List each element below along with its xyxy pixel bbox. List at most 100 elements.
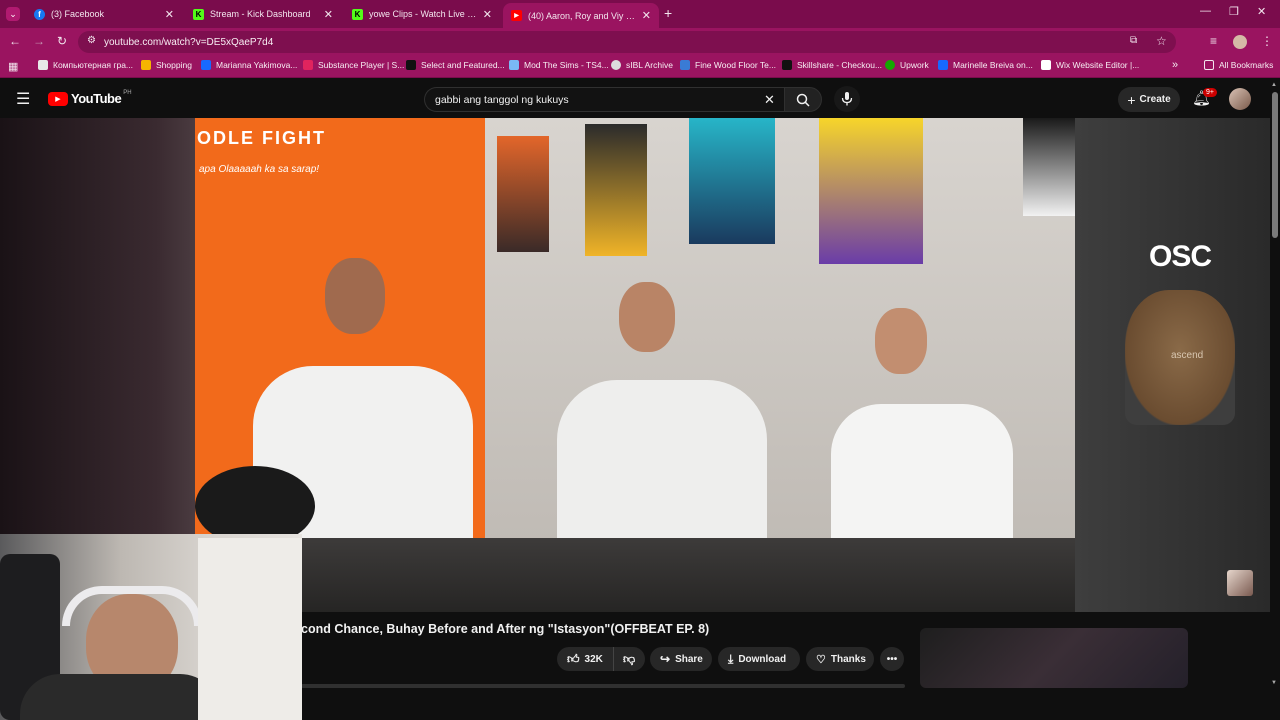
microphone-icon bbox=[841, 92, 853, 106]
profile-avatar[interactable] bbox=[1233, 35, 1247, 49]
share-button[interactable]: ↪ Share bbox=[650, 647, 712, 671]
page-scrollbar[interactable]: ▲ ▼ bbox=[1270, 80, 1280, 690]
logo-text: YouTube bbox=[71, 91, 122, 106]
forward-icon[interactable]: → bbox=[33, 34, 45, 48]
door bbox=[198, 538, 302, 720]
bookmark-label: Компьютерная гра... bbox=[53, 60, 134, 70]
tab-youtube-active[interactable]: ▶ (40) Aaron, Roy and Viy : Kwent ✕ bbox=[503, 3, 659, 28]
all-bookmarks-button[interactable]: All Bookmarks bbox=[1204, 60, 1273, 70]
account-avatar[interactable] bbox=[1229, 88, 1251, 110]
bookmark-item[interactable]: Marinelle Breiva on... bbox=[938, 60, 1033, 70]
bookmark-item[interactable]: Skillshare - Checkou... bbox=[782, 60, 882, 70]
back-icon[interactable]: ← bbox=[9, 34, 21, 48]
tab-search-icon[interactable]: ⌄ bbox=[6, 7, 20, 21]
apps-grid-icon[interactable]: ▦ bbox=[8, 60, 18, 73]
browser-toolbar: ← → ↻ ⚙ youtube.com/watch?v=DE5xQaeP7d4 … bbox=[0, 28, 1280, 56]
youtube-logo[interactable]: ▶ YouTube PH bbox=[48, 90, 132, 106]
bookmark-favicon bbox=[680, 60, 690, 70]
folder-icon bbox=[1204, 60, 1214, 70]
kick-icon: K bbox=[352, 8, 363, 20]
streamer-webcam-overlay bbox=[0, 534, 302, 720]
close-window-icon[interactable]: ✕ bbox=[1257, 5, 1266, 18]
ambient-right-panel: OSC ascend bbox=[1075, 118, 1270, 612]
close-icon[interactable]: ✕ bbox=[642, 9, 651, 22]
scrollbar-thumb[interactable] bbox=[1272, 92, 1278, 238]
tab-kick-clips[interactable]: K yowe Clips - Watch Live on Kick ✕ bbox=[344, 3, 500, 25]
bookmark-item[interactable]: Marianna Yakimova... bbox=[201, 60, 297, 70]
bookmark-item[interactable]: Wix Website Editor |... bbox=[1041, 60, 1139, 70]
table bbox=[195, 538, 1075, 612]
install-app-icon[interactable]: ⧉ bbox=[1130, 35, 1137, 46]
bookmark-item[interactable]: Substance Player | S... bbox=[303, 60, 404, 70]
bookmark-favicon bbox=[509, 60, 519, 70]
dislike-button[interactable]: 👎︎ bbox=[613, 647, 645, 671]
bookmark-label: Select and Featured... bbox=[421, 60, 505, 70]
bookmark-label: Substance Player | S... bbox=[318, 60, 405, 70]
menu-kebab-icon[interactable]: ⋮ bbox=[1261, 34, 1273, 48]
maximize-icon[interactable]: ❐ bbox=[1229, 5, 1239, 18]
facebook-icon: f bbox=[34, 8, 45, 20]
scroll-up-arrow-icon[interactable]: ▲ bbox=[1271, 82, 1277, 88]
voice-search-button[interactable] bbox=[834, 86, 860, 112]
thanks-button[interactable]: ♡ Thanks bbox=[806, 647, 874, 671]
site-info-icon[interactable]: ⚙ bbox=[87, 35, 96, 46]
thumbs-up-icon: 👍︎ bbox=[567, 651, 580, 666]
download-label: Download bbox=[738, 653, 787, 665]
bookmark-favicon bbox=[406, 60, 416, 70]
bookmark-item[interactable]: Select and Featured... bbox=[406, 60, 505, 70]
person-3-head bbox=[875, 308, 927, 374]
download-button[interactable]: ⤓ Download bbox=[718, 647, 800, 671]
bookmark-item[interactable]: Upwork bbox=[885, 60, 929, 70]
more-bookmarks-icon[interactable]: » bbox=[1172, 59, 1178, 71]
bookmark-label: Wix Website Editor |... bbox=[1056, 60, 1140, 70]
ad-text: ascend bbox=[1171, 350, 1204, 361]
poster-1 bbox=[497, 136, 549, 252]
kick-icon: K bbox=[193, 8, 204, 20]
recommended-video-thumbnail[interactable] bbox=[920, 628, 1188, 688]
close-icon[interactable]: ✕ bbox=[324, 8, 333, 21]
bookmark-label: Shopping bbox=[156, 60, 192, 70]
hamburger-menu-icon[interactable]: ☰ bbox=[16, 89, 30, 109]
bookmark-item[interactable]: Mod The Sims - TS4... bbox=[509, 60, 609, 70]
like-button[interactable]: 👍︎ 32K bbox=[557, 647, 613, 671]
bookmark-label: Marinelle Breiva on... bbox=[953, 60, 1033, 70]
bookmark-item[interactable]: Компьютерная гра... bbox=[38, 60, 133, 70]
new-tab-button[interactable]: + bbox=[664, 5, 672, 21]
channel-watermark[interactable] bbox=[1227, 570, 1253, 596]
browser-tab-strip: ⌄ f (3) Facebook ✕ K Stream - Kick Dashb… bbox=[0, 0, 1280, 28]
video-title: cond Chance, Buhay Before and After ng "… bbox=[301, 622, 710, 636]
create-button[interactable]: + Create bbox=[1118, 87, 1180, 112]
tab-title: Stream - Kick Dashboard bbox=[210, 9, 311, 19]
search-button[interactable] bbox=[784, 87, 822, 112]
bookmark-label: All Bookmarks bbox=[1219, 60, 1274, 70]
plus-icon: + bbox=[1127, 91, 1136, 108]
poster-5 bbox=[1023, 118, 1075, 216]
close-icon[interactable]: ✕ bbox=[165, 8, 174, 21]
scroll-down-arrow-icon[interactable]: ▼ bbox=[1271, 680, 1277, 686]
tab-facebook[interactable]: f (3) Facebook ✕ bbox=[26, 3, 182, 25]
reading-list-icon[interactable]: ≡ bbox=[1210, 34, 1217, 48]
person-3-shirt bbox=[831, 404, 1013, 556]
video-player[interactable]: ODLE FIGHT apa Olaaaaah ka sa sarap! bbox=[195, 118, 1075, 612]
bookmark-item[interactable]: Shopping bbox=[141, 60, 192, 70]
bookmark-item[interactable]: sIBL Archive bbox=[611, 60, 673, 70]
clear-search-icon[interactable]: ✕ bbox=[764, 92, 775, 108]
bookmark-item[interactable]: Fine Wood Floor Te... bbox=[680, 60, 776, 70]
address-bar[interactable]: ⚙ youtube.com/watch?v=DE5xQaeP7d4 ☆ ⧉ bbox=[78, 31, 1176, 53]
ad-logo: OSC bbox=[1149, 240, 1212, 273]
bookmark-favicon bbox=[201, 60, 211, 70]
person-2-head bbox=[619, 282, 675, 352]
reload-icon[interactable]: ↻ bbox=[57, 34, 67, 48]
wall-sign-text: ODLE FIGHT bbox=[197, 128, 326, 148]
bookmark-favicon bbox=[38, 60, 48, 70]
bookmark-favicon bbox=[782, 60, 792, 70]
close-icon[interactable]: ✕ bbox=[483, 8, 492, 21]
person-1-head bbox=[325, 258, 385, 334]
person-2-shirt bbox=[557, 380, 767, 556]
bookmark-star-icon[interactable]: ☆ bbox=[1156, 34, 1167, 48]
minimize-icon[interactable]: — bbox=[1200, 5, 1211, 17]
search-input[interactable]: gabbi ang tanggol ng kukuys ✕ bbox=[424, 87, 784, 112]
tab-kick-dashboard[interactable]: K Stream - Kick Dashboard ✕ bbox=[185, 3, 341, 25]
bookmark-label: Mod The Sims - TS4... bbox=[524, 60, 609, 70]
more-actions-button[interactable]: ••• bbox=[880, 647, 904, 671]
